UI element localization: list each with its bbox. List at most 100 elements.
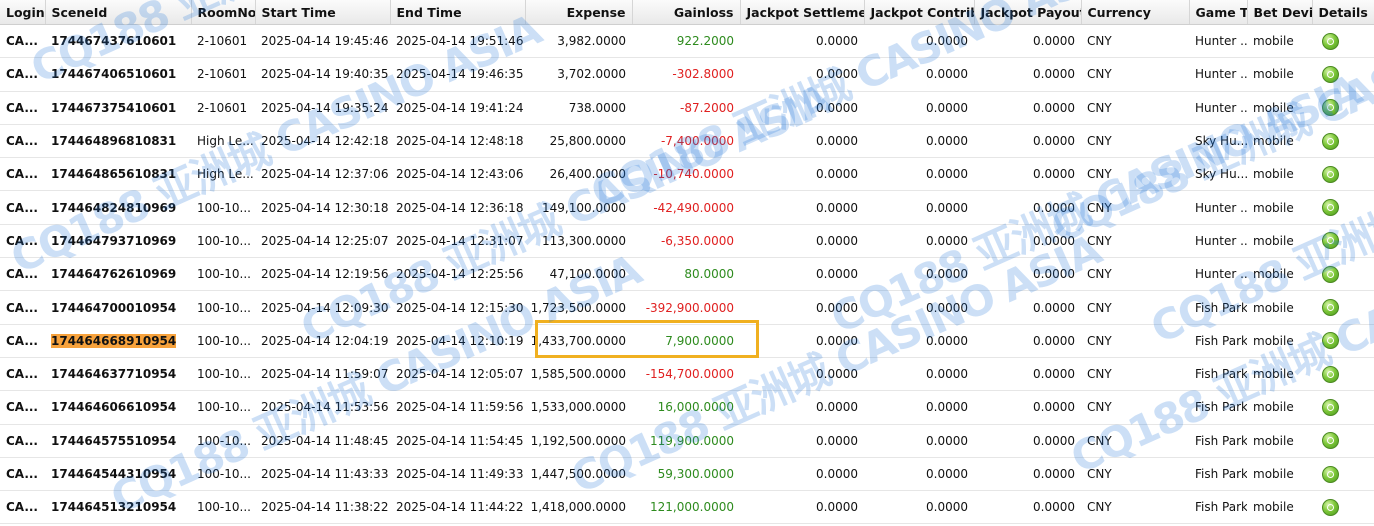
table-row[interactable]: CA... 174464824810969 100-10... 2025-04-14 … [0, 190, 1374, 225]
cell-room-no: 100-10... [191, 390, 255, 425]
cell-room-no: 100-10... [191, 224, 255, 259]
details-magnifier-icon[interactable] [1322, 265, 1339, 283]
cell-start-time-text: 2025-04-14 19:40:35 [261, 67, 389, 82]
cell-bet-device: mobile [1247, 257, 1312, 292]
cell-scene-id[interactable]: 174464606610954 [45, 390, 191, 425]
col-header-gainloss[interactable]: Gainloss [632, 0, 741, 25]
table-row[interactable]: CA... 174467375410601 2-10601 2025-04-14 19… [0, 91, 1374, 125]
cell-scene-id[interactable]: 174464637710954 [45, 357, 191, 392]
details-magnifier-icon[interactable] [1322, 299, 1339, 317]
details-magnifier-icon[interactable] [1322, 398, 1339, 416]
cell-scene-id[interactable]: 174464668910954 [45, 324, 191, 358]
cell-end-time: 2025-04-14 19:41:24 [390, 91, 525, 125]
cell-room-no: High Le... [191, 124, 255, 159]
table-row[interactable]: CA... 174464762610969 100-10... 2025-04-14 … [0, 257, 1374, 292]
col-header-jackpot-contribution[interactable]: Jackpot Contribu [864, 0, 975, 25]
cell-bet-device-text: mobile [1253, 67, 1294, 82]
cell-start-time-text: 2025-04-14 12:09:30 [261, 300, 389, 315]
cell-currency-text: CNY [1087, 467, 1112, 481]
col-header-details[interactable]: Details [1312, 0, 1374, 25]
table-row[interactable]: CA... 174467406510601 2-10601 2025-04-14 19… [0, 57, 1374, 92]
col-header-currency[interactable]: Currency [1081, 0, 1190, 25]
col-header-end-time[interactable]: End Time [390, 0, 526, 25]
cell-room-no-text: 100-10... [197, 300, 251, 315]
cell-jackpot-payout-text: 0.0000 [1033, 333, 1075, 348]
cell-room-no: 100-10... [191, 457, 255, 492]
cell-scene-id[interactable]: 174464700010954 [45, 290, 191, 325]
cell-scene-id[interactable]: 174467375410601 [45, 91, 191, 125]
cell-room-no-text: 100-10... [197, 200, 251, 215]
table-row[interactable]: CA... 174464896810831 High Le... 2025-04-14… [0, 124, 1374, 159]
cell-room-no: 100-10... [191, 490, 255, 525]
details-magnifier-icon[interactable] [1322, 332, 1339, 350]
col-header-login[interactable]: Login [0, 0, 46, 25]
col-header-room-no[interactable]: RoomNo. [191, 0, 256, 25]
cell-scene-id[interactable]: 174464513210954 [45, 490, 191, 525]
cell-bet-device: mobile [1247, 290, 1312, 325]
cell-expense: 3,982.0000 [525, 24, 632, 59]
col-header-game-type[interactable]: Game Typ [1189, 0, 1248, 25]
cell-room-no-text: 2-10601 [197, 34, 248, 49]
table-row[interactable]: CA... 174464544310954 100-10... 2025-04-14 … [0, 457, 1374, 492]
cell-game-type-text: Fish Park [1195, 433, 1247, 448]
cell-scene-id[interactable]: 174464865610831 [45, 157, 191, 192]
details-magnifier-icon[interactable] [1322, 432, 1339, 450]
table-row[interactable]: CA... 174464575510954 100-10... 2025-04-14 … [0, 424, 1374, 458]
details-magnifier-icon[interactable] [1322, 132, 1339, 150]
cell-start-time-text: 2025-04-14 12:25:07 [261, 233, 389, 248]
col-header-jackpot-payout[interactable]: Jackpot Payout [974, 0, 1082, 25]
cell-scene-id[interactable]: 174464896810831 [45, 124, 191, 159]
table-row[interactable]: CA... 174464865610831 High Le... 2025-04-14… [0, 157, 1374, 192]
col-header-expense[interactable]: Expense [525, 0, 633, 25]
details-magnifier-icon[interactable] [1322, 199, 1339, 217]
cell-scene-id[interactable]: 174467406510601 [45, 57, 191, 92]
cell-scene-id[interactable]: 174467437610601 [45, 24, 191, 59]
cell-scene-id[interactable]: 174464793710969 [45, 224, 191, 259]
cell-jackpot-payout-text: 0.0000 [1033, 367, 1075, 382]
cell-expense-text: 113,300.0000 [542, 233, 626, 248]
cell-jackpot-payout-text: 0.0000 [1033, 267, 1075, 282]
cell-game-type: Hunter ... [1189, 91, 1247, 125]
col-header-scene-id[interactable]: SceneId [45, 0, 192, 25]
table-row[interactable]: CA... 174464606610954 100-10... 2025-04-14 … [0, 390, 1374, 425]
cell-login: CA... [0, 290, 45, 325]
details-magnifier-icon[interactable] [1322, 232, 1339, 250]
details-magnifier-icon[interactable] [1322, 99, 1339, 117]
cell-scene-id[interactable]: 174464544310954 [45, 457, 191, 492]
cell-login-text: CA... [6, 200, 38, 215]
cell-start-time: 2025-04-14 11:59:07 [255, 357, 390, 392]
col-header-bet-device[interactable]: Bet Devic [1247, 0, 1313, 25]
details-magnifier-icon[interactable] [1322, 498, 1339, 516]
cell-jackpot-settlement-text: 0.0000 [816, 467, 858, 481]
cell-login-text: CA... [6, 100, 38, 115]
cell-room-no-text: 100-10... [197, 500, 251, 515]
cell-scene-id[interactable]: 174464575510954 [45, 424, 191, 458]
cell-scene-id[interactable]: 174464762610969 [45, 257, 191, 292]
table-row[interactable]: CA... 174464700010954 100-10... 2025-04-14 … [0, 290, 1374, 325]
details-magnifier-icon[interactable] [1322, 165, 1339, 183]
details-magnifier-icon[interactable] [1322, 65, 1339, 83]
details-magnifier-icon[interactable] [1322, 465, 1339, 483]
cell-scene-id-text: 174464865610831 [51, 167, 177, 182]
table-row[interactable]: CA... 174464668910954 100-10... 2025-04-14 … [0, 324, 1374, 358]
col-header-start-time[interactable]: Start Time [255, 0, 391, 25]
cell-gainloss: 7,900.0000 [632, 324, 740, 358]
cell-jackpot-settlement-text: 0.0000 [816, 333, 858, 348]
col-header-jackpot-settlement[interactable]: Jackpot Settlement [740, 0, 865, 25]
cell-start-time-text: 2025-04-14 11:48:45 [261, 433, 389, 448]
cell-bet-device-text: mobile [1253, 467, 1294, 481]
details-magnifier-icon[interactable] [1322, 365, 1339, 383]
cell-scene-id-text: 174467437610601 [51, 34, 177, 49]
cell-scene-id[interactable]: 174464824810969 [45, 190, 191, 225]
cell-gainloss: -154,700.0000 [632, 357, 740, 392]
cell-jackpot-settlement: 0.0000 [740, 224, 864, 259]
table-row[interactable]: CA... 174464513210954 100-10... 2025-04-14 … [0, 490, 1374, 525]
table-row[interactable]: CA... 174464793710969 100-10... 2025-04-14 … [0, 224, 1374, 259]
cell-game-type-text: Hunter ... [1195, 200, 1247, 215]
details-magnifier-icon[interactable] [1322, 32, 1339, 50]
cell-jackpot-settlement: 0.0000 [740, 91, 864, 125]
table-row[interactable]: CA... 174464637710954 100-10... 2025-04-14 … [0, 357, 1374, 392]
cell-start-time-text: 2025-04-14 11:38:22 [261, 500, 389, 515]
cell-jackpot-payout: 0.0000 [974, 224, 1081, 259]
table-row[interactable]: CA... 174467437610601 2-10601 2025-04-14 19… [0, 24, 1374, 59]
